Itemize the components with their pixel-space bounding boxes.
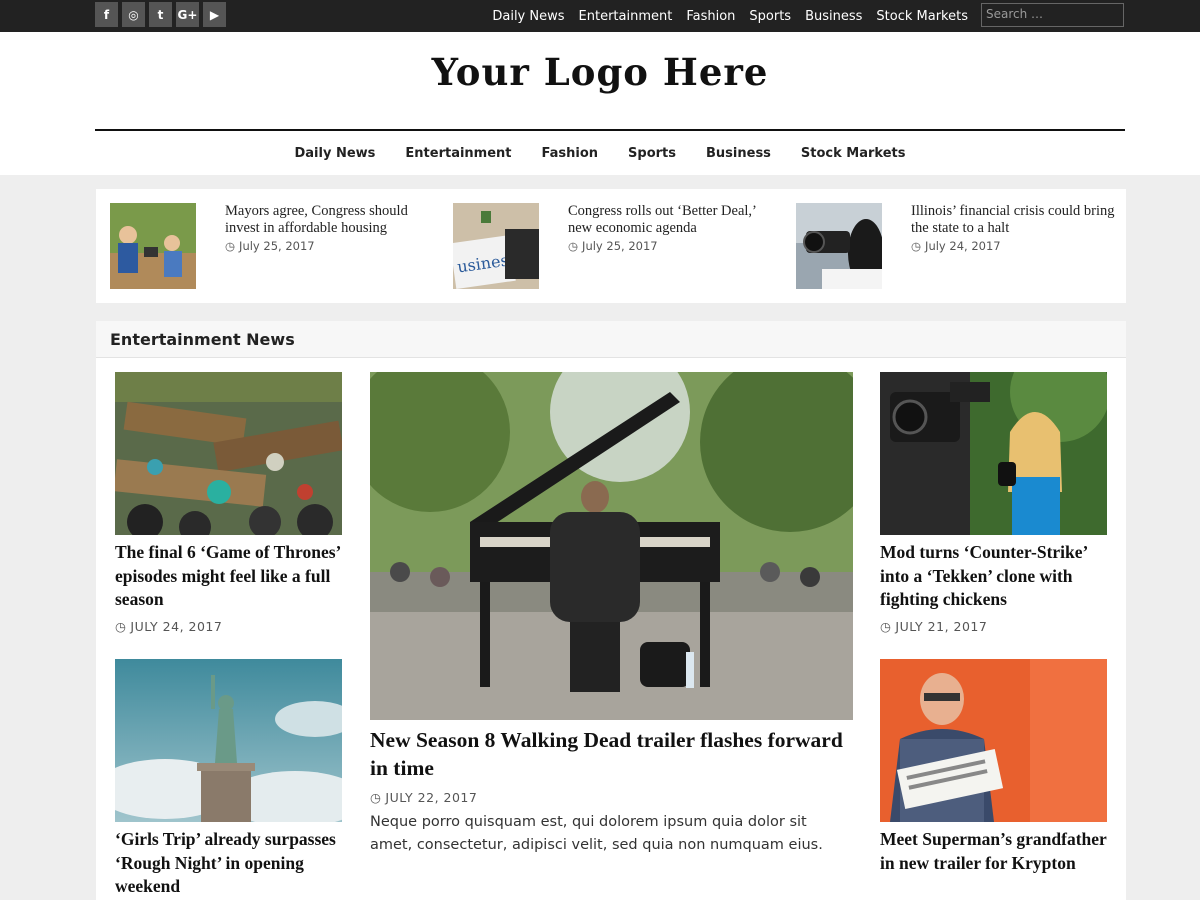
- featured-title[interactable]: Mayors agree, Congress should invest in …: [225, 203, 435, 237]
- article-date-text: JULY 24, 2017: [130, 619, 223, 634]
- mainnav-fashion[interactable]: Fashion: [542, 146, 599, 161]
- youtube-icon[interactable]: ▶: [203, 2, 226, 27]
- featured-date: ◷ July 25, 2017: [568, 239, 658, 253]
- clock-icon: ◷: [568, 239, 579, 253]
- topnav-entertainment[interactable]: Entertainment: [579, 9, 673, 24]
- featured-article-image[interactable]: [370, 372, 853, 720]
- mainnav-sports[interactable]: Sports: [628, 146, 676, 161]
- article-date-text: JULY 22, 2017: [385, 790, 478, 805]
- top-nav: Daily News Entertainment Fashion Sports …: [492, 0, 968, 32]
- clock-icon: ◷: [115, 619, 127, 634]
- article-date: ◷ JULY 24, 2017: [115, 619, 222, 634]
- clock-icon: ◷: [880, 619, 892, 634]
- site-logo[interactable]: Your Logo Here: [0, 50, 1200, 94]
- clock-icon: ◷: [370, 790, 382, 805]
- topnav-daily-news[interactable]: Daily News: [492, 9, 564, 24]
- site-header: Your Logo Here Daily News Entertainment …: [0, 32, 1200, 175]
- featured-date: ◷ July 24, 2017: [911, 239, 1001, 253]
- featured-thumbnail[interactable]: [796, 203, 882, 289]
- article-image[interactable]: [880, 372, 1107, 535]
- facebook-icon[interactable]: f: [95, 2, 118, 27]
- featured-thumbnail[interactable]: usiness: [453, 203, 539, 289]
- clock-icon: ◷: [225, 239, 236, 253]
- featured-date-text: July 24, 2017: [925, 239, 1001, 253]
- featured-item[interactable]: usiness Congress rolls out ‘Better Deal,…: [453, 203, 783, 289]
- article-date-text: JULY 21, 2017: [895, 619, 988, 634]
- topnav-sports[interactable]: Sports: [749, 9, 791, 24]
- featured-item[interactable]: Illinois’ financial crisis could bring t…: [796, 203, 1126, 289]
- topnav-fashion[interactable]: Fashion: [686, 9, 735, 24]
- article-title[interactable]: Mod turns ‘Counter-Strike’ into a ‘Tekke…: [880, 541, 1115, 612]
- article-date: ◷ JULY 21, 2017: [880, 619, 987, 634]
- top-bar: f ◎ t G+ ▶ Daily News Entertainment Fash…: [0, 0, 1200, 32]
- twitter-icon[interactable]: t: [149, 2, 172, 27]
- featured-strip: Mayors agree, Congress should invest in …: [96, 189, 1126, 303]
- article-title[interactable]: ‘Girls Trip’ already surpasses ‘Rough Ni…: [115, 828, 350, 899]
- social-links: f ◎ t G+ ▶: [95, 2, 226, 27]
- entertainment-section: Entertainment News The final 6 ‘Game of …: [96, 321, 1126, 900]
- article-title[interactable]: Meet Superman’s grandfather in new trail…: [880, 828, 1115, 875]
- section-title: Entertainment News: [110, 330, 295, 349]
- instagram-icon[interactable]: ◎: [122, 2, 145, 27]
- mainnav-entertainment[interactable]: Entertainment: [405, 146, 511, 161]
- mainnav-business[interactable]: Business: [706, 146, 771, 161]
- article-title[interactable]: The final 6 ‘Game of Thrones’ episodes m…: [115, 541, 350, 612]
- section-header: Entertainment News: [96, 321, 1126, 358]
- topnav-stock-markets[interactable]: Stock Markets: [876, 9, 968, 24]
- topnav-business[interactable]: Business: [805, 9, 862, 24]
- clock-icon: ◷: [911, 239, 922, 253]
- article-image[interactable]: [115, 659, 342, 822]
- mainnav-daily-news[interactable]: Daily News: [294, 146, 375, 161]
- featured-thumbnail[interactable]: [110, 203, 196, 289]
- article-image[interactable]: [115, 372, 342, 535]
- google-plus-icon[interactable]: G+: [176, 2, 199, 27]
- search-input[interactable]: Search …: [981, 3, 1124, 27]
- mainnav-stock-markets[interactable]: Stock Markets: [801, 146, 906, 161]
- featured-date-text: July 25, 2017: [582, 239, 658, 253]
- featured-date: ◷ July 25, 2017: [225, 239, 315, 253]
- featured-date-text: July 25, 2017: [239, 239, 315, 253]
- featured-title[interactable]: Congress rolls out ‘Better Deal,’ new ec…: [568, 203, 778, 237]
- article-date: ◷ JULY 22, 2017: [370, 790, 477, 805]
- featured-title[interactable]: Illinois’ financial crisis could bring t…: [911, 203, 1121, 237]
- featured-item[interactable]: Mayors agree, Congress should invest in …: [110, 203, 440, 289]
- article-image[interactable]: [880, 659, 1107, 822]
- main-nav: Daily News Entertainment Fashion Sports …: [0, 131, 1200, 175]
- featured-article-title[interactable]: New Season 8 Walking Dead trailer flashe…: [370, 726, 853, 782]
- article-excerpt: Neque porro quisquam est, qui dolorem ip…: [370, 814, 823, 853]
